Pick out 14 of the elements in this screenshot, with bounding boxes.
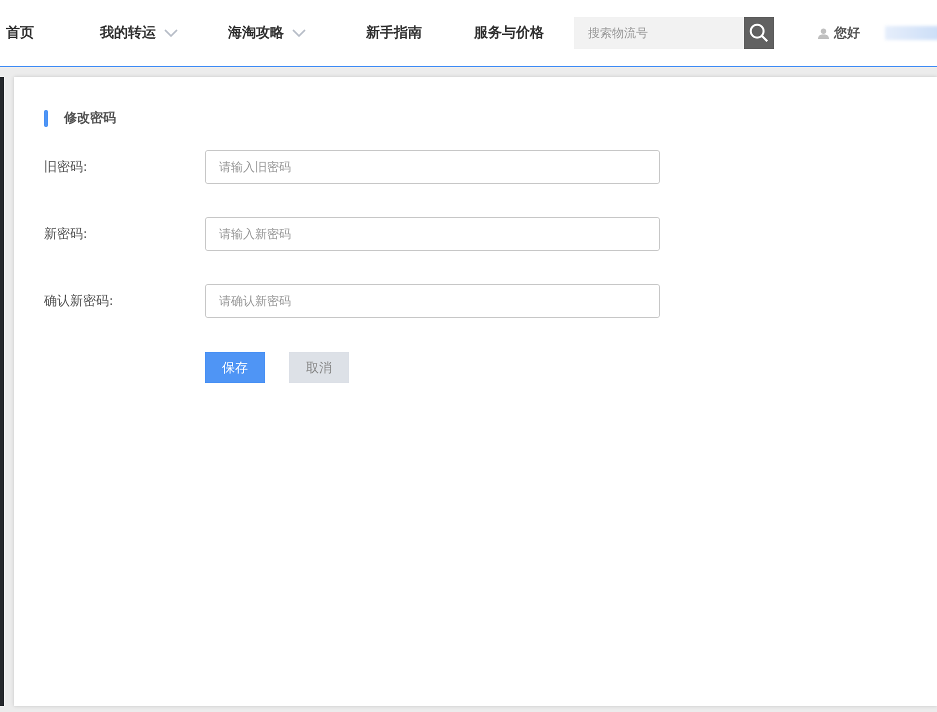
greeting-text: 您好 xyxy=(834,25,860,42)
password-field[interactable]: 请输入新密码 xyxy=(205,217,660,251)
field-label: 旧密码: xyxy=(44,159,88,176)
nav-link[interactable]: 首页 xyxy=(6,24,34,42)
nav-link[interactable]: 服务与价格 xyxy=(474,24,544,42)
field-label: 新密码: xyxy=(44,226,88,243)
nav-link[interactable]: 我的转运 xyxy=(100,24,178,42)
nav-link[interactable]: 海淘攻略 xyxy=(228,24,306,42)
nav-link[interactable]: 新手指南 xyxy=(366,24,422,42)
field-label: 确认新密码: xyxy=(44,293,114,310)
password-field[interactable]: 请确认新密码 xyxy=(205,284,660,318)
password-field[interactable]: 请输入旧密码 xyxy=(205,150,660,184)
section-title: 修改密码 xyxy=(64,110,116,127)
search-field[interactable]: 搜索物流号 xyxy=(574,17,744,49)
